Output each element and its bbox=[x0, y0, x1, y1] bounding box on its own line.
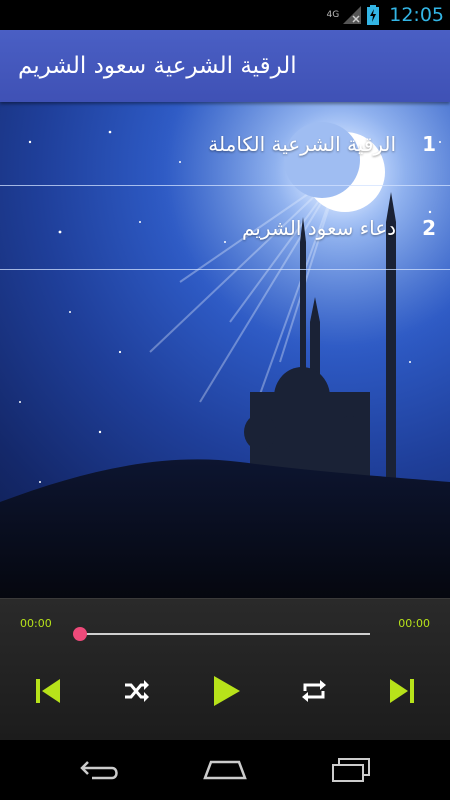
seek-bar[interactable] bbox=[80, 633, 370, 635]
previous-icon bbox=[36, 679, 60, 703]
list-item-track-1[interactable]: الرقية الشرعية الكاملة 1 bbox=[0, 102, 450, 186]
track-list: الرقية الشرعية الكاملة 1 دعاء سعود الشري… bbox=[0, 102, 450, 270]
action-bar: الرقية الشرعية سعود الشريم bbox=[0, 30, 450, 102]
app-title: الرقية الشرعية سعود الشريم bbox=[18, 53, 297, 79]
signal-icon bbox=[343, 6, 362, 24]
status-clock: 12:05 bbox=[389, 4, 444, 26]
previous-button[interactable] bbox=[28, 671, 68, 711]
next-icon bbox=[390, 679, 414, 703]
seek-thumb[interactable] bbox=[73, 627, 87, 641]
navigation-bar bbox=[0, 740, 450, 800]
repeat-icon bbox=[302, 680, 326, 702]
network-type-label: 4G bbox=[326, 10, 340, 20]
recent-apps-icon bbox=[332, 758, 370, 782]
current-time: 00:00 bbox=[20, 617, 52, 630]
back-button[interactable] bbox=[75, 754, 125, 786]
list-item-track-2[interactable]: دعاء سعود الشريم 2 bbox=[0, 186, 450, 270]
repeat-button[interactable] bbox=[294, 671, 334, 711]
back-icon bbox=[80, 761, 118, 780]
track-title: الرقية الشرعية الكاملة bbox=[208, 131, 397, 156]
next-button[interactable] bbox=[382, 671, 422, 711]
status-bar: 4G 12:05 bbox=[0, 0, 450, 30]
home-button[interactable] bbox=[200, 754, 250, 786]
track-title: دعاء سعود الشريم bbox=[241, 215, 397, 240]
track-number: 1 bbox=[422, 131, 436, 156]
play-button[interactable] bbox=[205, 671, 245, 711]
duration-time: 00:00 bbox=[398, 617, 430, 630]
media-player: 00:00 00:00 bbox=[0, 598, 450, 740]
shuffle-icon bbox=[125, 680, 149, 702]
track-number: 2 bbox=[422, 215, 436, 240]
shuffle-button[interactable] bbox=[116, 671, 156, 711]
recent-apps-button[interactable] bbox=[326, 754, 376, 786]
home-icon bbox=[203, 760, 247, 780]
battery-charging-icon bbox=[367, 5, 380, 25]
play-icon bbox=[214, 676, 240, 706]
